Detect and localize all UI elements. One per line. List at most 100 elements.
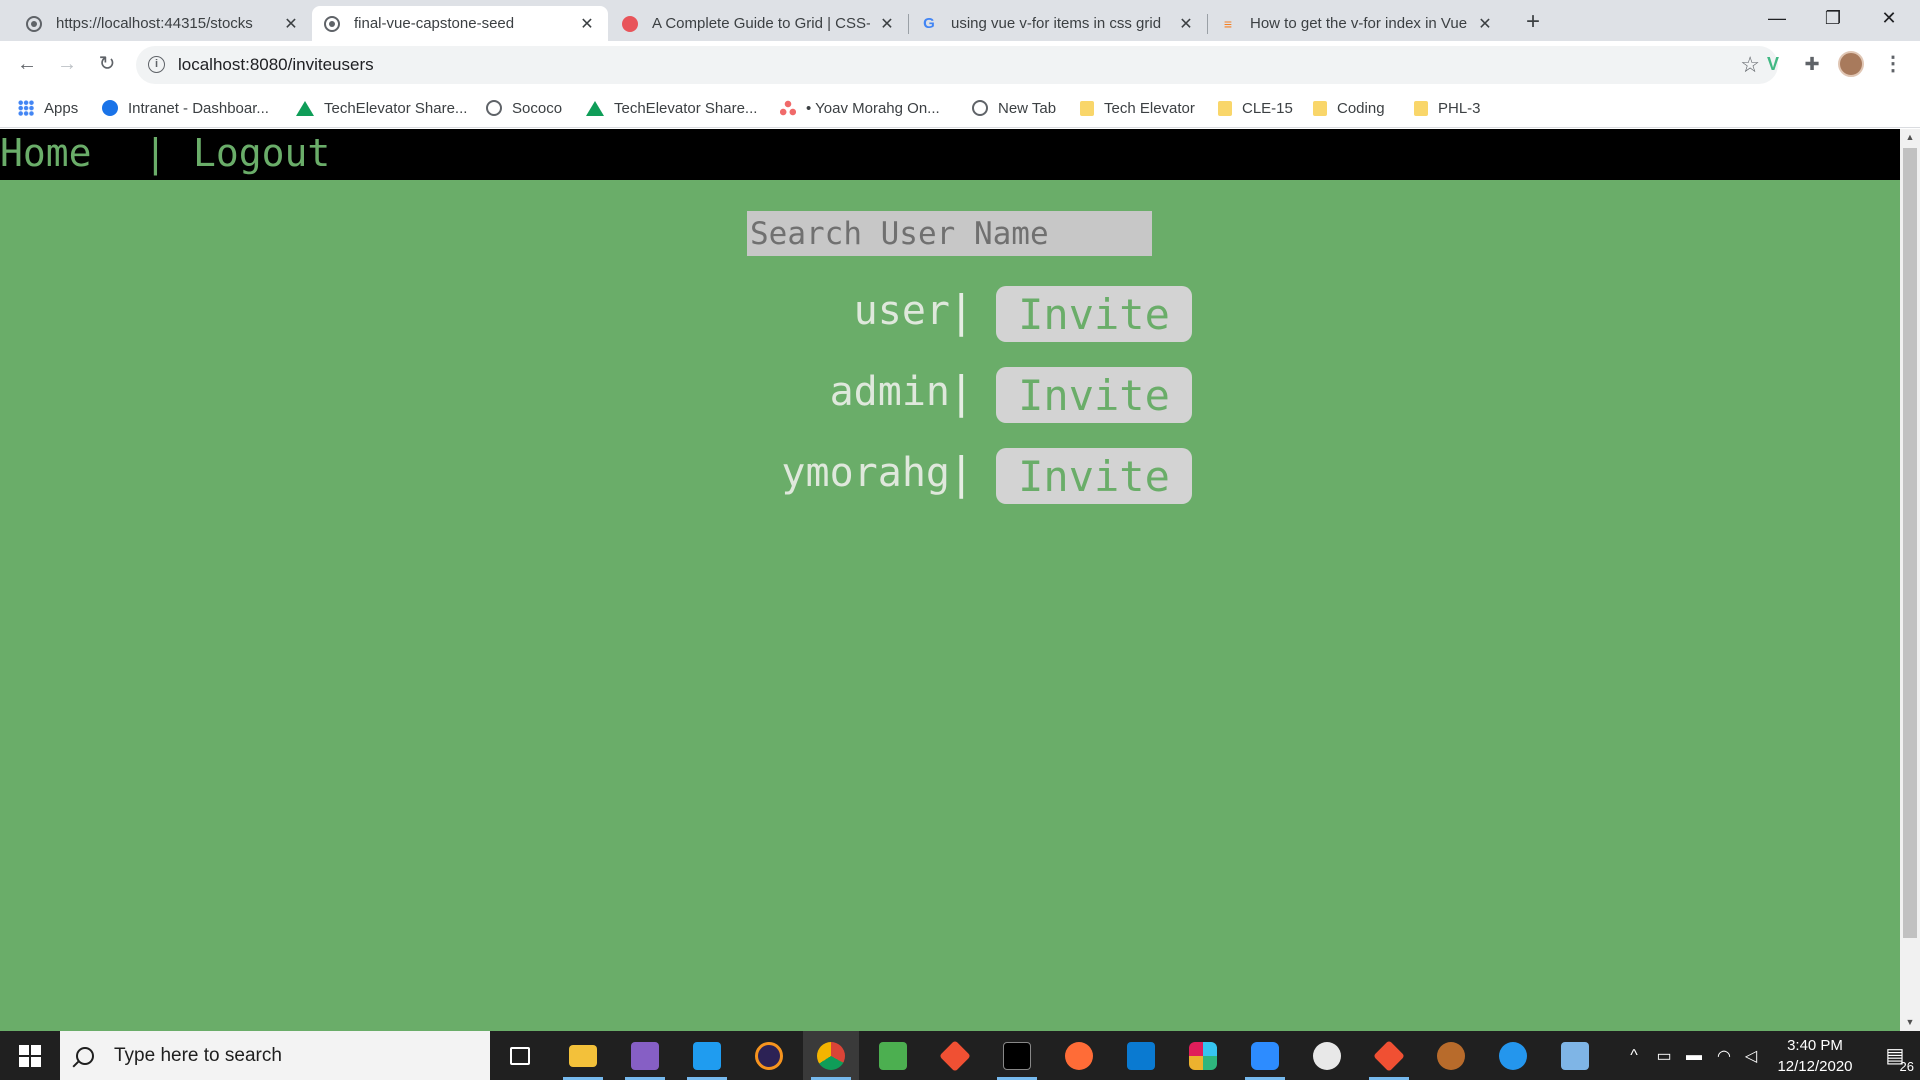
search-icon — [76, 1046, 94, 1065]
taskbar-clock[interactable]: 3:40 PM 12/12/2020 — [1760, 1035, 1870, 1077]
app-nav-bar: Home | Logout — [0, 129, 1900, 180]
azure-data-studio-icon[interactable] — [1113, 1031, 1169, 1080]
vue-devtools-icon[interactable]: V — [1760, 51, 1786, 77]
bookmark-label: • Yoav Morahg On... — [806, 99, 940, 117]
notification-center-button[interactable]: ▤ 26 — [1870, 1031, 1920, 1080]
clock-time: 3:40 PM — [1787, 1037, 1843, 1054]
clock-date: 12/12/2020 — [1777, 1058, 1853, 1075]
minimize-button[interactable]: — — [1750, 0, 1804, 36]
meet-now-icon[interactable]: ▭ — [1650, 1031, 1678, 1080]
start-button[interactable] — [0, 1031, 60, 1080]
tab-title: using vue v-for items in css grid — [951, 15, 1162, 32]
bookmark-asana[interactable]: • Yoav Morahg On... — [780, 96, 940, 120]
zoom-icon[interactable] — [1237, 1031, 1293, 1080]
tab-title: final-vue-capstone-seed — [354, 15, 515, 32]
home-link[interactable]: Home — [0, 131, 92, 175]
invite-button[interactable]: Invite — [996, 286, 1192, 342]
css-tricks-icon — [622, 15, 638, 32]
invite-button[interactable]: Invite — [996, 367, 1192, 423]
user-row: ymorahg | Invite — [600, 448, 1200, 504]
bookmark-techelevator-share-1[interactable]: TechElevator Share... — [296, 96, 467, 120]
bookmark-label: PHL-3 — [1438, 99, 1481, 117]
close-tab-icon[interactable]: ✕ — [1476, 14, 1494, 34]
close-tab-icon[interactable]: ✕ — [282, 14, 300, 34]
search-user-input[interactable] — [747, 211, 1152, 256]
address-bar[interactable]: i localhost:8080/inviteusers ☆ — [136, 46, 1778, 84]
globe-icon — [324, 15, 340, 32]
windows-logo-icon — [19, 1044, 41, 1067]
visual-studio-icon[interactable] — [617, 1031, 673, 1080]
slack-icon[interactable] — [1175, 1031, 1231, 1080]
bookmark-star-icon[interactable]: ☆ — [1740, 52, 1760, 78]
google-drive-icon — [296, 100, 314, 116]
close-tab-icon[interactable]: ✕ — [578, 14, 596, 34]
profile-avatar[interactable] — [1838, 51, 1864, 77]
eclipse-icon[interactable] — [741, 1031, 797, 1080]
tab-google-search[interactable]: G using vue v-for items in css grid ✕ — [909, 6, 1207, 41]
new-tab-button[interactable]: + — [1519, 8, 1547, 36]
terminal-icon[interactable] — [989, 1031, 1045, 1080]
chrome-icon[interactable] — [803, 1031, 859, 1080]
user-separator: | — [948, 367, 975, 418]
bookmark-sococo[interactable]: Sococo — [486, 96, 562, 120]
windows-taskbar: Type here to search ^ ▭ ▬ ◠ ◁ 3:40 PM 12… — [0, 1031, 1920, 1080]
task-view-icon[interactable] — [492, 1031, 548, 1080]
git-icon[interactable] — [1361, 1031, 1417, 1080]
chrome-menu-icon[interactable]: ⋮ — [1880, 51, 1906, 77]
bookmark-new-tab[interactable]: New Tab — [972, 96, 1056, 120]
bookmark-apps[interactable]: Apps — [18, 96, 78, 120]
bookmark-intranet[interactable]: Intranet - Dashboar... — [102, 96, 269, 120]
close-tab-icon[interactable]: ✕ — [1177, 14, 1195, 34]
user-row: user | Invite — [600, 286, 1200, 342]
close-tab-icon[interactable]: ✕ — [878, 14, 896, 34]
google-drive-icon — [586, 100, 604, 116]
forward-button[interactable]: → — [53, 50, 81, 78]
url-text[interactable]: localhost:8080/inviteusers — [178, 55, 374, 75]
file-explorer-icon[interactable] — [555, 1031, 611, 1080]
battery-icon[interactable]: ▬ — [1680, 1031, 1708, 1080]
page-scrollbar[interactable]: ▲ ▼ — [1900, 129, 1920, 1031]
tab-title: How to get the v-for index in Vue — [1250, 15, 1468, 32]
bookmark-folder-cle-15[interactable]: CLE-15 — [1218, 96, 1293, 120]
docker-icon[interactable] — [1485, 1031, 1541, 1080]
vscode-icon[interactable] — [679, 1031, 735, 1080]
notification-count: 26 — [1899, 1059, 1914, 1074]
back-button[interactable]: ← — [13, 50, 41, 78]
site-info-icon[interactable]: i — [148, 56, 165, 73]
bookmark-label: New Tab — [998, 99, 1057, 117]
taskbar-search-box[interactable]: Type here to search — [60, 1031, 490, 1080]
intranet-icon — [102, 100, 118, 116]
notepad-icon[interactable] — [1547, 1031, 1603, 1080]
reload-button[interactable]: ↻ — [93, 50, 121, 78]
bookmark-label: Apps — [44, 99, 79, 117]
bookmark-folder-phl-3[interactable]: PHL-3 — [1414, 96, 1481, 120]
tab-strip: https://localhost:44315/stocks ✕ final-v… — [0, 0, 1920, 41]
close-window-button[interactable]: ✕ — [1862, 0, 1916, 36]
scroll-up-arrow-icon[interactable]: ▲ — [1900, 129, 1920, 146]
git-icon[interactable] — [927, 1031, 983, 1080]
scroll-down-arrow-icon[interactable]: ▼ — [1900, 1014, 1920, 1031]
tab-capstone[interactable]: final-vue-capstone-seed ✕ — [312, 6, 608, 41]
sticky-notes-icon[interactable] — [865, 1031, 921, 1080]
bookmark-folder-coding[interactable]: Coding — [1313, 96, 1385, 120]
bookmark-folder-tech-elevator[interactable]: Tech Elevator — [1080, 96, 1195, 120]
postman-icon[interactable] — [1051, 1031, 1107, 1080]
sococo-icon — [486, 100, 502, 116]
stackoverflow-icon: ≡ — [1223, 15, 1233, 32]
bookmark-techelevator-share-2[interactable]: TechElevator Share... — [586, 96, 757, 120]
tray-overflow-chevron-icon[interactable]: ^ — [1620, 1031, 1648, 1080]
tab-css-grid[interactable]: A Complete Guide to Grid | CSS-T ✕ — [610, 6, 908, 41]
invite-button[interactable]: Invite — [996, 448, 1192, 504]
tab-stocks[interactable]: https://localhost:44315/stocks ✕ — [14, 6, 312, 41]
google-icon: G — [923, 15, 935, 32]
settings-icon[interactable] — [1423, 1031, 1479, 1080]
browser-toolbar: ← → ↻ i localhost:8080/inviteusers ☆ V ✚… — [0, 41, 1920, 88]
maximize-button[interactable]: ❐ — [1806, 0, 1860, 36]
github-desktop-icon[interactable] — [1299, 1031, 1355, 1080]
extensions-icon[interactable]: ✚ — [1799, 51, 1825, 77]
user-name: admin — [829, 369, 950, 415]
tab-stackoverflow[interactable]: ≡ How to get the v-for index in Vue ✕ — [1208, 6, 1506, 41]
wifi-icon[interactable]: ◠ — [1710, 1031, 1738, 1080]
scroll-thumb[interactable] — [1903, 148, 1917, 938]
logout-link[interactable]: Logout — [193, 131, 330, 175]
